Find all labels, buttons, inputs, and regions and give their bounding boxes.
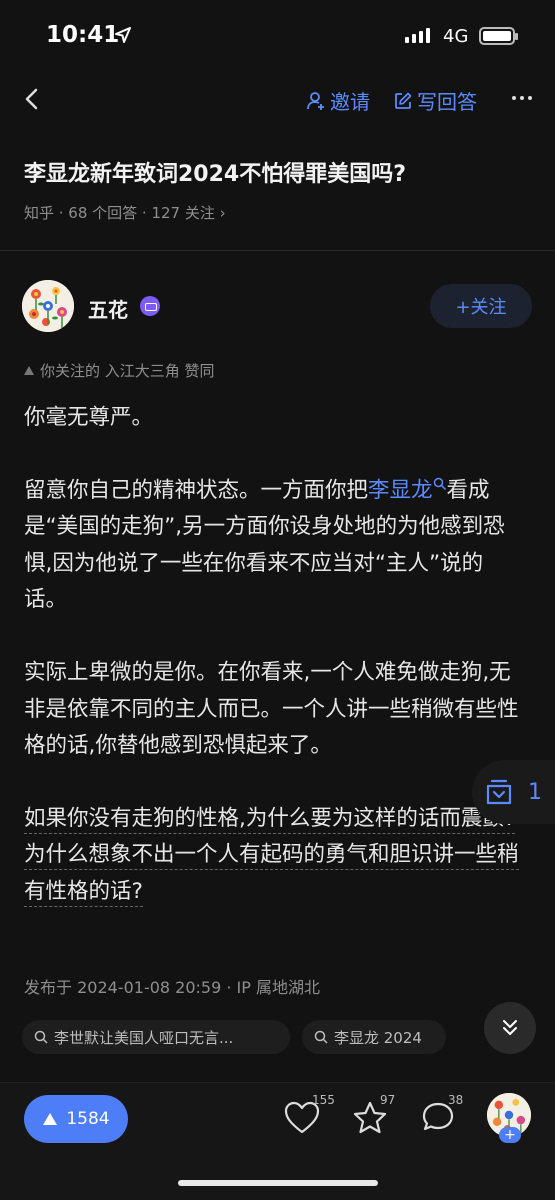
location-arrow-icon <box>115 27 131 43</box>
like-count: 155 <box>312 1093 335 1107</box>
chip-label: 李显龙 2024 <box>334 1028 422 1047</box>
invite-button[interactable]: 邀请 <box>306 86 370 115</box>
back-arrow-icon[interactable] <box>18 84 48 114</box>
divider <box>0 250 555 251</box>
related-search-chip[interactable]: 李显龙 2024 <box>302 1020 446 1054</box>
favorite-button[interactable]: 97 <box>352 1093 395 1139</box>
answer-paragraph: 如果你没有走狗的性格,为什么要为这样的话而震颤?为什么想象不出一个人有起码的勇气… <box>24 801 524 911</box>
answer-paragraph: 实际上卑微的是你。在你看来,一个人难免做走狗,无非是依靠不同的主人而已。一个人讲… <box>24 659 519 759</box>
entity-link[interactable]: 李显龙 <box>368 477 447 503</box>
upvote-count: 1584 <box>66 1109 110 1129</box>
answer-paragraph: 你毫无尊严。 <box>24 405 154 430</box>
related-search-chip[interactable]: 李世默让美国人哑口无言... <box>22 1020 290 1054</box>
verified-badge-icon <box>140 296 160 316</box>
author-name[interactable]: 五花 <box>88 294 128 323</box>
highlighted-text[interactable]: 如果你没有走狗的性格,为什么要为这样的话而震颤?为什么想象不出一个人有起码的勇气… <box>24 805 519 907</box>
upvote-button[interactable]: 1584 <box>24 1095 128 1143</box>
favorite-count: 97 <box>380 1093 396 1107</box>
floating-collect-button[interactable]: 1 <box>472 760 555 824</box>
status-time: 10:41 <box>46 22 120 48</box>
network-type: 4G <box>443 26 469 47</box>
search-icon <box>433 477 446 490</box>
scroll-down-button[interactable] <box>484 1002 536 1054</box>
write-answer-button[interactable]: 写回答 <box>393 86 477 115</box>
battery-icon <box>479 27 518 45</box>
collect-count: 1 <box>528 779 542 805</box>
followed-user-liked: 你关注的 入江大三角 赞同 <box>24 360 215 381</box>
search-icon <box>314 1030 328 1044</box>
question-title[interactable]: 李显龙新年致词2024不怕得罪美国吗? <box>24 156 544 188</box>
answer-content: 你毫无尊严。 留意你自己的精神状态。一方面你把李显龙 看成是“美国的走狗”,另一方… <box>24 400 524 947</box>
person-add-icon <box>307 91 324 110</box>
question-meta[interactable]: 知乎 · 68 个回答 · 127 关注 › <box>24 202 226 223</box>
answer-paragraph: 留意你自己的精神状态。一方面你把李显龙 看成是“美国的走狗”,另一方面你设身处地的… <box>24 473 524 619</box>
edit-icon <box>395 92 412 109</box>
comment-button[interactable]: 38 <box>420 1093 463 1139</box>
search-icon <box>34 1030 48 1044</box>
status-bar: 10:41 4G <box>0 0 555 72</box>
publish-meta: 发布于 2024-01-08 20:59 · IP 属地湖北 <box>24 978 320 997</box>
top-nav: 邀请 写回答 <box>0 72 555 128</box>
add-plus-icon[interactable]: + <box>499 1127 521 1143</box>
cellular-signal-icon <box>405 28 430 43</box>
follow-button[interactable]: +关注 <box>430 284 532 328</box>
upvote-icon <box>43 1113 58 1125</box>
write-answer-label: 写回答 <box>417 90 477 114</box>
liked-by-text: 你关注的 入江大三角 赞同 <box>40 362 215 380</box>
answer-text: 留意你自己的精神状态。一方面你把 <box>24 477 369 503</box>
chip-label: 李世默让美国人哑口无言... <box>54 1028 234 1047</box>
invite-label: 邀请 <box>330 90 370 114</box>
entity-link-text: 李显龙 <box>368 477 433 503</box>
double-chevron-down-icon <box>503 1020 517 1035</box>
more-options-icon[interactable] <box>512 96 532 100</box>
comment-count: 38 <box>448 1093 464 1107</box>
author-avatar[interactable] <box>22 280 74 332</box>
flower-avatar-image <box>22 280 74 332</box>
collection-icon <box>486 779 512 805</box>
home-indicator <box>178 1180 378 1186</box>
like-button[interactable]: 155 <box>284 1093 335 1139</box>
upvote-icon <box>24 366 34 375</box>
